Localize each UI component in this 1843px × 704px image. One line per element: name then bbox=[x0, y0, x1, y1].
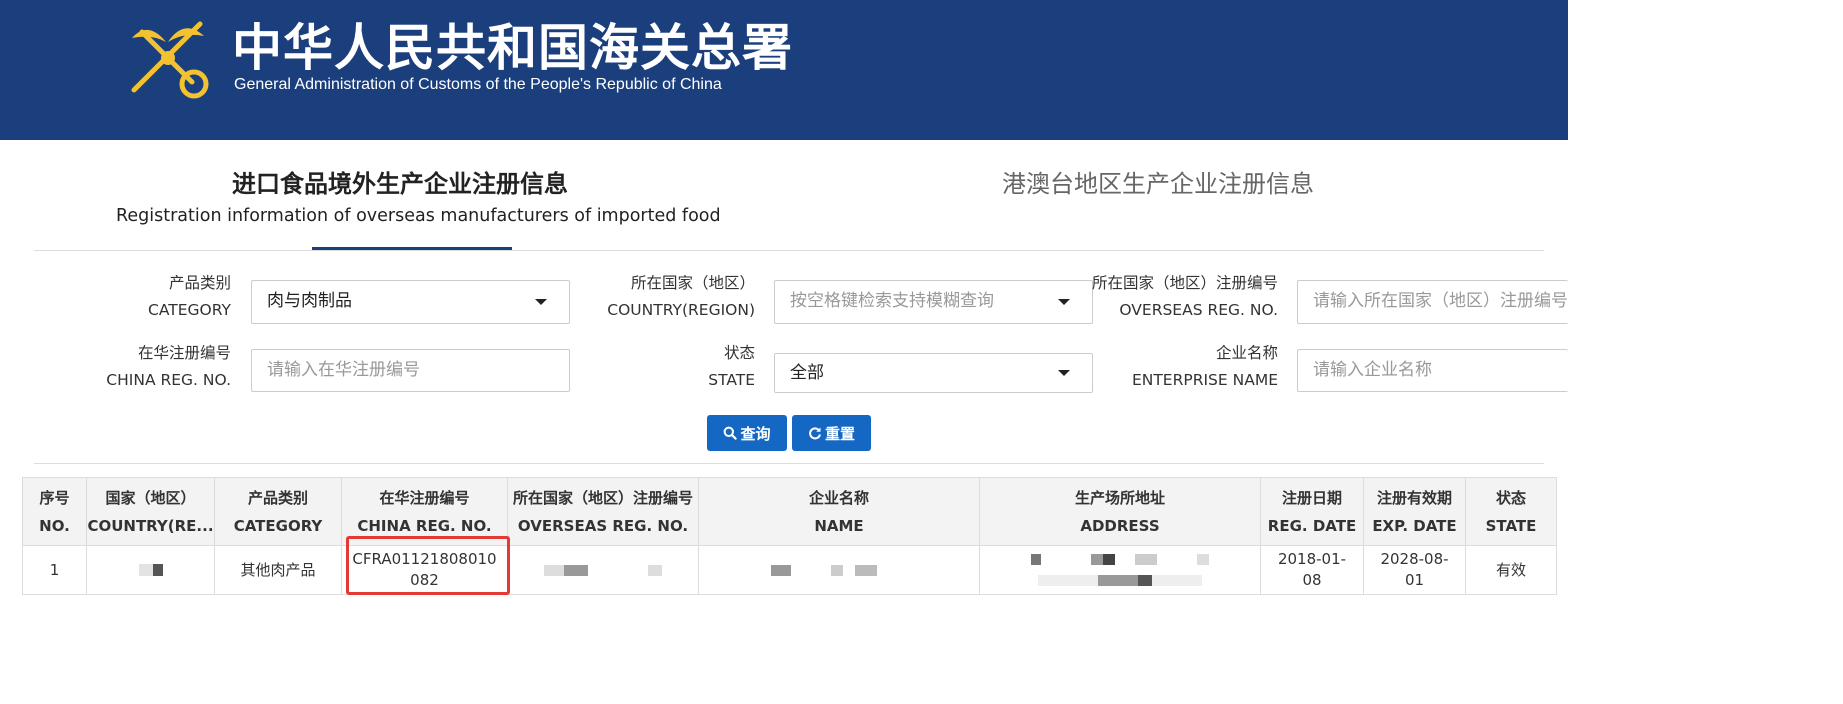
redacted-text bbox=[1115, 554, 1135, 565]
state-label: 状态 STATE bbox=[708, 344, 755, 389]
tab-overseas-registration-title[interactable]: 进口食品境外生产企业注册信息 bbox=[232, 164, 568, 199]
enterprise-label: 企业名称 ENTERPRISE NAME bbox=[1131, 344, 1278, 389]
redacted-line bbox=[980, 570, 1260, 591]
redacted-text bbox=[1138, 575, 1152, 586]
redacted-text bbox=[1152, 575, 1202, 586]
redacted-text bbox=[843, 564, 855, 576]
cell-exp-date: 2028-08- 01 bbox=[1363, 545, 1466, 595]
cell-category: 其他肉产品 bbox=[214, 545, 342, 595]
reset-button-label: 重置 bbox=[824, 424, 855, 443]
china-reg-input[interactable]: 请输入在华注册编号 bbox=[251, 349, 570, 392]
redacted-text bbox=[1038, 575, 1098, 586]
category-select[interactable]: 肉与肉制品 bbox=[251, 280, 570, 324]
redacted-text bbox=[831, 564, 843, 576]
category-label: 产品类别 CATEGORY bbox=[148, 274, 231, 319]
column-header-reg-date[interactable]: 注册日期 REG. DATE bbox=[1260, 477, 1364, 546]
redacted-text bbox=[1135, 554, 1157, 565]
cell-reg-date: 2018-01- 08 bbox=[1260, 545, 1364, 595]
redacted-text bbox=[564, 564, 588, 576]
site-title-en: General Administration of Customs of the… bbox=[234, 76, 722, 93]
redacted-text bbox=[588, 564, 648, 576]
results-table: 序号 NO. 国家（地区） COUNTRY(RE... 产品类别 CATEGORY 在… bbox=[22, 477, 1557, 595]
cell-china-reg: CFRA01121808010 082 bbox=[341, 545, 508, 595]
redacted-text bbox=[1098, 575, 1138, 586]
redacted-text bbox=[1041, 554, 1091, 565]
overseas-reg-input[interactable]: 请输入所在国家（地区）注册编号 bbox=[1297, 280, 1568, 324]
redacted-text bbox=[1197, 554, 1209, 565]
redacted-text bbox=[648, 564, 662, 576]
redacted-line bbox=[980, 549, 1260, 570]
redacted-text bbox=[855, 564, 877, 576]
cell-no: 1 bbox=[22, 545, 87, 595]
column-header-exp-date[interactable]: 注册有效期 EXP. DATE bbox=[1363, 477, 1466, 546]
column-header-overseas-reg[interactable]: 所在国家（地区）注册编号 OVERSEAS REG. NO. bbox=[507, 477, 699, 546]
redacted-text bbox=[1157, 554, 1197, 565]
redacted-text bbox=[1091, 554, 1103, 565]
country-select[interactable]: 按空格键检索支持模糊查询 bbox=[774, 280, 1093, 324]
redacted-text bbox=[791, 564, 831, 576]
cell-name bbox=[698, 545, 980, 595]
table-row-partial bbox=[22, 594, 1556, 600]
redacted-text bbox=[138, 564, 153, 576]
state-select-value: 全部 bbox=[790, 363, 824, 383]
column-header-no[interactable]: 序号 NO. bbox=[22, 477, 87, 546]
redacted-text bbox=[152, 564, 163, 576]
redacted-text bbox=[771, 564, 791, 576]
reset-button[interactable]: 重置 bbox=[792, 415, 871, 451]
table-header-row: 序号 NO. 国家（地区） COUNTRY(RE... 产品类别 CATEGORY 在… bbox=[22, 477, 1557, 546]
column-header-address[interactable]: 生产场所地址 ADDRESS bbox=[979, 477, 1261, 546]
refresh-icon bbox=[809, 427, 821, 440]
site-header-banner: 中华人民共和国海关总署 General Administration of Cu… bbox=[0, 0, 1568, 140]
country-label: 所在国家（地区） COUNTRY(REGION) bbox=[607, 274, 755, 319]
chevron-down-icon bbox=[535, 299, 547, 305]
enterprise-placeholder: 请输入企业名称 bbox=[1313, 360, 1432, 380]
site-title-cn: 中华人民共和国海关总署 bbox=[232, 18, 793, 77]
column-header-country[interactable]: 国家（地区） COUNTRY(RE... bbox=[86, 477, 215, 546]
redacted-text bbox=[544, 564, 564, 576]
country-select-placeholder: 按空格键检索支持模糊查询 bbox=[790, 291, 994, 311]
overseas-reg-label: 所在国家（地区）注册编号 OVERSEAS REG. NO. bbox=[1091, 274, 1278, 319]
table-row[interactable]: 1 其他肉产品 CFRA01121808010 082 2018-01- 08 bbox=[22, 545, 1557, 595]
tab-hk-macao-taiwan[interactable]: 港澳台地区生产企业注册信息 bbox=[1002, 164, 1314, 199]
tab-overseas-registration-subtitle[interactable]: Registration information of overseas man… bbox=[116, 206, 721, 226]
divider bbox=[34, 463, 1544, 464]
category-select-value: 肉与肉制品 bbox=[267, 291, 352, 311]
china-reg-placeholder: 请输入在华注册编号 bbox=[267, 360, 420, 380]
search-button[interactable]: 查询 bbox=[707, 415, 787, 451]
column-header-china-reg[interactable]: 在华注册编号 CHINA REG. NO. bbox=[341, 477, 508, 546]
search-icon bbox=[724, 426, 738, 440]
enterprise-input[interactable]: 请输入企业名称 bbox=[1297, 349, 1568, 392]
overseas-reg-placeholder: 请输入所在国家（地区）注册编号 bbox=[1313, 291, 1568, 311]
china-reg-label: 在华注册编号 CHINA REG. NO. bbox=[106, 344, 231, 389]
cell-address bbox=[979, 545, 1261, 595]
chevron-down-icon bbox=[1058, 299, 1070, 305]
cell-overseas-reg bbox=[507, 545, 699, 595]
column-header-name[interactable]: 企业名称 NAME bbox=[698, 477, 980, 546]
cell-state: 有效 bbox=[1465, 545, 1557, 595]
redacted-text bbox=[877, 564, 907, 576]
chevron-down-icon bbox=[1058, 370, 1070, 376]
cell-country bbox=[86, 545, 215, 595]
redacted-text bbox=[1103, 554, 1115, 565]
column-header-state[interactable]: 状态 STATE bbox=[1465, 477, 1557, 546]
redacted-text bbox=[1031, 554, 1041, 565]
search-button-label: 查询 bbox=[740, 424, 771, 443]
divider bbox=[34, 250, 1544, 251]
state-select[interactable]: 全部 bbox=[774, 353, 1093, 393]
column-header-category[interactable]: 产品类别 CATEGORY bbox=[214, 477, 342, 546]
customs-emblem-logo bbox=[131, 21, 209, 99]
